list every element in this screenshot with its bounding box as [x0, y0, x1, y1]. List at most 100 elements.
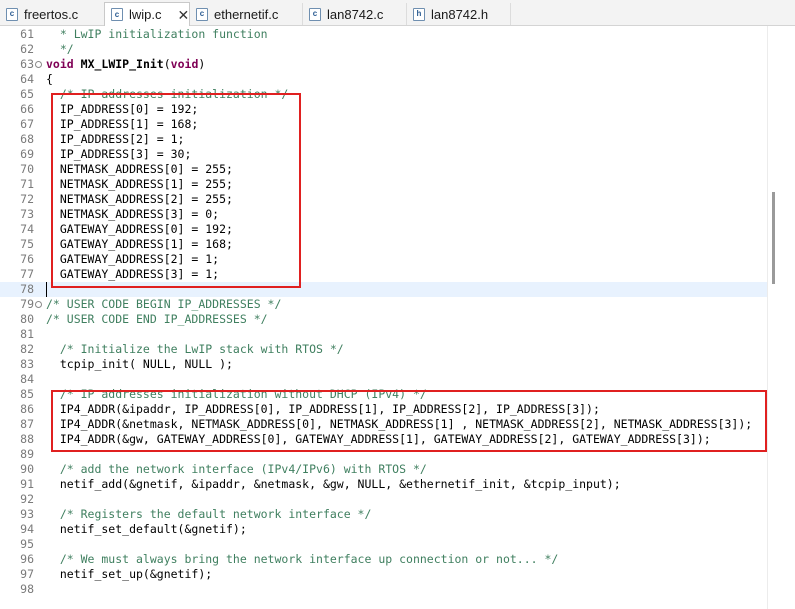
code-text: NETMASK_ADDRESS[1] = 255; — [46, 177, 233, 192]
code-line[interactable]: 89 — [0, 447, 767, 462]
line-number: 93 — [20, 507, 34, 521]
tab-label: freertos.c — [24, 6, 79, 22]
code-token: netif_set_default(&gnetif); — [46, 522, 247, 536]
code-line[interactable]: 72 NETMASK_ADDRESS[2] = 255; — [0, 192, 767, 207]
code-token: NETMASK_ADDRESS[0] = 255; — [46, 162, 233, 176]
code-line[interactable]: 83 tcpip_init( NULL, NULL ); — [0, 357, 767, 372]
vertical-scrollbar[interactable] — [767, 26, 795, 609]
code-token: NETMASK_ADDRESS[3] = 0; — [46, 207, 220, 221]
line-number: 69 — [20, 147, 34, 161]
code-token: GATEWAY_ADDRESS[2] = 1; — [46, 252, 220, 266]
code-line[interactable]: 98 — [0, 582, 767, 597]
code-token: MX_LWIP_Init — [80, 57, 164, 71]
c-file-icon: c — [6, 7, 18, 21]
code-text: IP4_ADDR(&ipaddr, IP_ADDRESS[0], IP_ADDR… — [46, 402, 600, 417]
code-text: IP4_ADDR(&netmask, NETMASK_ADDRESS[0], N… — [46, 417, 752, 432]
code-line[interactable]: 79 /* USER CODE BEGIN IP_ADDRESSES */ — [0, 297, 767, 312]
code-text: GATEWAY_ADDRESS[3] = 1; — [46, 267, 219, 282]
line-number: 64 — [20, 72, 34, 86]
code-text: /* USER CODE END IP_ADDRESSES */ — [46, 312, 268, 327]
code-line[interactable]: 67 IP_ADDRESS[1] = 168; — [0, 117, 767, 132]
code-line[interactable]: 76 GATEWAY_ADDRESS[2] = 1; — [0, 252, 767, 267]
code-token: /* add the network interface (IPv4/IPv6)… — [46, 462, 427, 476]
code-token: { — [46, 72, 53, 86]
tab-lan8742-h[interactable]: h lan8742.h — [407, 3, 511, 25]
fold-toggle-icon[interactable] — [35, 61, 42, 68]
code-line[interactable]: 92 — [0, 492, 767, 507]
line-number: 83 — [20, 357, 34, 371]
code-token: GATEWAY_ADDRESS[1] = 168; — [46, 237, 233, 251]
code-token: */ — [46, 42, 74, 56]
code-line[interactable]: 63 void MX_LWIP_Init(void) — [0, 57, 767, 72]
line-number: 94 — [20, 522, 34, 536]
code-line[interactable]: 93 /* Registers the default network inte… — [0, 507, 767, 522]
code-line[interactable]: 84 — [0, 372, 767, 387]
code-token: * LwIP initialization function — [46, 27, 268, 41]
code-token: void — [46, 57, 74, 71]
code-text: /* IP addresses initialization without D… — [46, 387, 427, 402]
code-line[interactable]: 64 { — [0, 72, 767, 87]
code-text: NETMASK_ADDRESS[2] = 255; — [46, 192, 233, 207]
code-line[interactable]: 71 NETMASK_ADDRESS[1] = 255; — [0, 177, 767, 192]
code-token: ( — [163, 57, 171, 71]
tab-lan8742-c[interactable]: c lan8742.c — [303, 3, 407, 25]
editor-tab-bar: c freertos.c c lwip.c ✕ c ethernetif.c c… — [0, 0, 795, 26]
code-line[interactable]: 80 /* USER CODE END IP_ADDRESSES */ — [0, 312, 767, 327]
line-number: 82 — [20, 342, 34, 356]
code-text: netif_add(&gnetif, &ipaddr, &netmask, &g… — [46, 477, 621, 492]
code-line[interactable]: 75 GATEWAY_ADDRESS[1] = 168; — [0, 237, 767, 252]
scrollbar-thumb[interactable] — [772, 192, 775, 284]
code-line[interactable]: 94 netif_set_default(&gnetif); — [0, 522, 767, 537]
tab-freertos-c[interactable]: c freertos.c — [0, 3, 117, 25]
code-text: GATEWAY_ADDRESS[2] = 1; — [46, 252, 219, 267]
code-line[interactable]: 69 IP_ADDRESS[3] = 30; — [0, 147, 767, 162]
code-line[interactable]: 87 IP4_ADDR(&netmask, NETMASK_ADDRESS[0]… — [0, 417, 767, 432]
line-number: 67 — [20, 117, 34, 131]
code-text: /* IP addresses initialization */ — [46, 87, 288, 102]
code-line[interactable]: 96 /* We must always bring the network i… — [0, 552, 767, 567]
code-text: netif_set_default(&gnetif); — [46, 522, 247, 537]
code-line[interactable]: 61 * LwIP initialization function — [0, 27, 767, 42]
code-text: GATEWAY_ADDRESS[1] = 168; — [46, 237, 233, 252]
code-line[interactable]: 66 IP_ADDRESS[0] = 192; — [0, 102, 767, 117]
code-line[interactable]: 91 netif_add(&gnetif, &ipaddr, &netmask,… — [0, 477, 767, 492]
code-line[interactable]: 65 /* IP addresses initialization */ — [0, 87, 767, 102]
code-line[interactable]: 62 */ — [0, 42, 767, 57]
code-text: * LwIP initialization function — [46, 27, 268, 42]
code-line[interactable]: 97 netif_set_up(&gnetif); — [0, 567, 767, 582]
code-line[interactable]: 78 — [0, 282, 767, 297]
line-number: 75 — [20, 237, 34, 251]
tab-ethernetif-c[interactable]: c ethernetif.c — [190, 3, 303, 25]
tab-lwip-c[interactable]: c lwip.c ✕ — [104, 2, 190, 26]
code-line[interactable]: 81 — [0, 327, 767, 342]
code-line[interactable]: 90 /* add the network interface (IPv4/IP… — [0, 462, 767, 477]
line-number: 84 — [20, 372, 34, 386]
code-line[interactable]: 95 — [0, 537, 767, 552]
code-token: GATEWAY_ADDRESS[0] = 192; — [46, 222, 233, 236]
code-text: IP_ADDRESS[2] = 1; — [46, 132, 185, 147]
close-tab-icon[interactable]: ✕ — [178, 8, 190, 22]
code-line[interactable]: 88 IP4_ADDR(&gw, GATEWAY_ADDRESS[0], GAT… — [0, 432, 767, 447]
code-token: /* We must always bring the network inte… — [46, 552, 559, 566]
code-text: IP_ADDRESS[3] = 30; — [46, 147, 192, 162]
code-line[interactable]: 70 NETMASK_ADDRESS[0] = 255; — [0, 162, 767, 177]
code-line[interactable]: 73 NETMASK_ADDRESS[3] = 0; — [0, 207, 767, 222]
code-line[interactable]: 85 /* IP addresses initialization withou… — [0, 387, 767, 402]
line-number: 65 — [20, 87, 34, 101]
code-line[interactable]: 74 GATEWAY_ADDRESS[0] = 192; — [0, 222, 767, 237]
tab-label: lan8742.h — [431, 6, 489, 22]
code-editor[interactable]: 61 * LwIP initialization function 62 */63… — [0, 26, 767, 609]
line-number: 71 — [20, 177, 34, 191]
line-number: 87 — [20, 417, 34, 431]
line-number: 63 — [20, 57, 34, 71]
code-line[interactable]: 86 IP4_ADDR(&ipaddr, IP_ADDRESS[0], IP_A… — [0, 402, 767, 417]
code-line[interactable]: 82 /* Initialize the LwIP stack with RTO… — [0, 342, 767, 357]
fold-toggle-icon[interactable] — [35, 301, 42, 308]
code-token: netif_set_up(&gnetif); — [46, 567, 213, 581]
line-number: 85 — [20, 387, 34, 401]
line-number: 68 — [20, 132, 34, 146]
code-text: IP_ADDRESS[1] = 168; — [46, 117, 198, 132]
code-line[interactable]: 77 GATEWAY_ADDRESS[3] = 1; — [0, 267, 767, 282]
code-line[interactable]: 68 IP_ADDRESS[2] = 1; — [0, 132, 767, 147]
c-file-icon: c — [111, 8, 123, 21]
